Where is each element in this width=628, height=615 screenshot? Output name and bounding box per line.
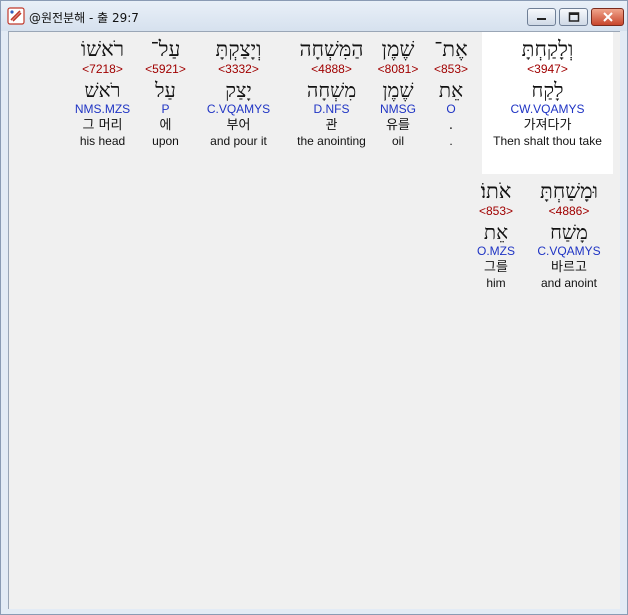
english-gloss: and anoint	[540, 276, 598, 290]
root-lemma: מִשְׁחָה	[306, 78, 357, 102]
strong-number: <8081>	[377, 62, 419, 76]
word-cell[interactable]: הַמִּשְׁחָה <4888> מִשְׁחָה D.NFS 관 the anoin…	[282, 36, 381, 149]
korean-gloss: 가져다가	[523, 118, 572, 133]
morphology-code: NMSG	[380, 102, 416, 116]
app-icon	[7, 7, 25, 25]
morphology-code: O	[446, 102, 456, 116]
hebrew-word: אֹתוֹ׃	[480, 179, 512, 203]
hebrew-word: אֶת־	[434, 37, 468, 61]
word-cell[interactable]: אֹתוֹ׃ <853> אֵת O.MZS 그를 him	[475, 178, 517, 291]
close-icon	[602, 12, 613, 22]
korean-gloss: 부어	[226, 118, 251, 133]
english-gloss: .	[449, 134, 453, 148]
morphology-code: CW.VQAMYS	[510, 102, 585, 116]
korean-gloss: 관	[325, 118, 338, 133]
hebrew-word: וְלָקַחְתָּ	[521, 37, 574, 61]
morphology-code: O.MZS	[477, 244, 515, 258]
root-lemma: מָשַׁח	[550, 220, 588, 244]
root-lemma: אֵת	[483, 220, 509, 244]
strong-number: <3332>	[218, 62, 259, 76]
english-gloss: upon	[152, 134, 179, 148]
strong-number: <4888>	[311, 62, 352, 76]
root-lemma: אֵת	[438, 78, 464, 102]
window-title: @원전분해 - 출 29:7	[29, 11, 139, 25]
english-gloss: the anointing	[297, 134, 366, 148]
root-lemma: שֶׁמֶן	[382, 78, 414, 102]
close-button[interactable]	[591, 8, 624, 26]
title-bar[interactable]: @원전분해 - 출 29:7	[1, 1, 627, 31]
morphology-code: NMS.MZS	[74, 102, 131, 116]
root-lemma: רֹאשׁ	[84, 78, 121, 102]
morphology-code: C.VQAMYS	[206, 102, 271, 116]
strong-number: <3947>	[527, 62, 568, 76]
word-cell[interactable]: שֶׁמֶן <8081> שֶׁמֶן NMSG 유를 oil	[373, 36, 423, 149]
hebrew-word: שֶׁמֶן	[381, 37, 415, 61]
strong-number: <853>	[478, 204, 514, 218]
maximize-icon	[568, 12, 579, 22]
word-cell[interactable]: עַל־ <5921> עַל P 에 upon	[142, 36, 189, 149]
strong-number: <7218>	[82, 62, 123, 76]
maximize-button[interactable]	[559, 8, 588, 26]
word-cell[interactable]: וּמָשַׁחְתָּ <4886> מָשַׁח C.VQAMYS 바르고 and a…	[531, 178, 607, 291]
korean-gloss: 그 머리	[82, 118, 123, 133]
minimize-button[interactable]	[527, 8, 556, 26]
root-lemma: לָקַח	[531, 78, 564, 102]
word-cell[interactable]: רֹאשׁוֹ <7218> רֹאשׁ NMS.MZS 그 머리 his head	[68, 36, 137, 149]
word-cell[interactable]: וְיָצַקְתָּ <3332> יָצַק C.VQAMYS 부어 and pour…	[199, 36, 278, 149]
strong-number: <5921>	[145, 62, 186, 76]
english-gloss: and pour it	[210, 134, 267, 148]
interlinear-view[interactable]: רֹאשׁוֹ <7218> רֹאשׁ NMS.MZS 그 머리 his head עַל…	[8, 31, 620, 609]
root-lemma: יָצַק	[225, 78, 252, 102]
word-cell[interactable]: וְלָקַחְתָּ <3947> לָקַח CW.VQAMYS 가져다가 Then …	[483, 36, 612, 149]
app-window: @원전분해 - 출 29:7 רֹאשׁוֹ <7218> רֹאשׁ NMS.MZS…	[0, 0, 628, 615]
hebrew-word: עַל־	[150, 37, 181, 61]
hebrew-word: רֹאשׁוֹ	[80, 37, 125, 61]
minimize-icon	[536, 18, 546, 20]
english-gloss: his head	[79, 134, 126, 148]
word-cell[interactable]: אֶת־ <853> אֵת O..	[429, 36, 473, 149]
morphology-code: C.VQAMYS	[537, 244, 601, 258]
korean-gloss: .	[448, 118, 454, 133]
english-gloss: him	[486, 276, 506, 290]
korean-gloss: 에	[159, 118, 172, 133]
korean-gloss: 유를	[386, 118, 410, 133]
hebrew-word: הַמִּשְׁחָה	[299, 37, 364, 61]
morphology-code: D.NFS	[313, 102, 350, 116]
english-gloss: Then shalt thou take	[493, 134, 602, 148]
strong-number: <4886>	[548, 204, 590, 218]
hebrew-word: וְיָצַקְתָּ	[215, 37, 262, 61]
english-gloss: oil	[391, 134, 404, 148]
korean-gloss: 그를	[484, 260, 508, 275]
korean-gloss: 바르고	[551, 260, 587, 275]
hebrew-word: וּמָשַׁחְתָּ	[540, 179, 598, 203]
strong-number: <853>	[433, 62, 469, 76]
morphology-code: P	[161, 102, 170, 116]
root-lemma: עַל	[155, 78, 176, 102]
